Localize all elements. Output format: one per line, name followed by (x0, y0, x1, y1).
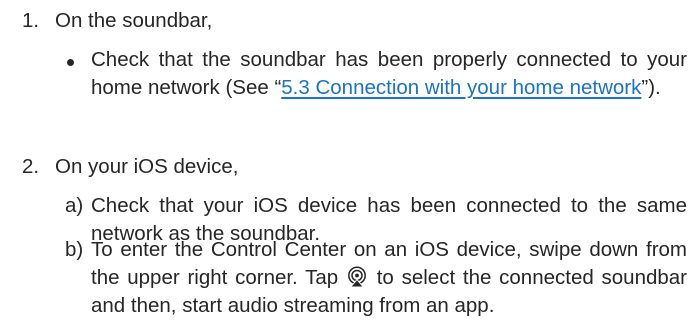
step-1-bullet-text: Check that the soundbar has been properl… (91, 46, 687, 102)
airplay-audio-icon (346, 266, 368, 288)
section-5-3-link[interactable]: 5.3 Connection with your home network (281, 76, 641, 99)
step-1-number: 1. (22, 9, 40, 32)
step-2-label: On your iOS device, (55, 155, 239, 178)
step-2-item-a-marker: a) (65, 194, 84, 217)
step-1-bullet-text-after: ”). (641, 76, 661, 99)
step-2-item-b-text: To enter the Control Center on an iOS de… (91, 236, 687, 320)
bullet-icon (67, 59, 74, 66)
instruction-document: 1. On the soundbar, Check that the sound… (0, 0, 700, 328)
step-1-label: On the soundbar, (55, 9, 213, 32)
step-2-item-b-marker: b) (65, 238, 84, 261)
step-2-number: 2. (22, 155, 40, 178)
